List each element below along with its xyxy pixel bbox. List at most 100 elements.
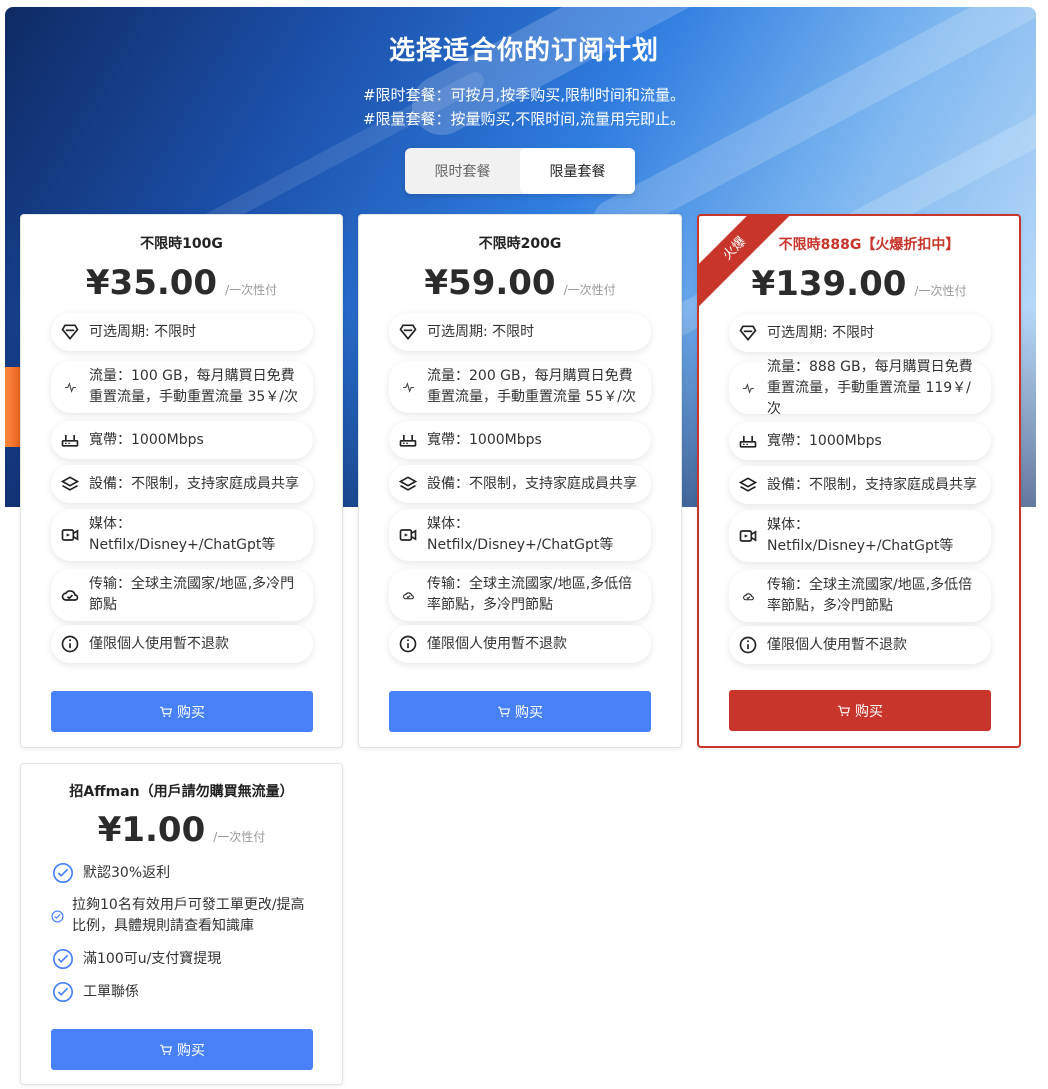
feature-text: 設備：不限制，支持家庭成員共享 [767, 476, 977, 493]
feature-bandwidth: 寬帶：1000Mbps [51, 421, 313, 459]
video-icon [397, 524, 419, 546]
feature-text: 可选周期: 不限时 [89, 323, 197, 340]
cart-icon [838, 705, 850, 716]
price-row: ¥139.00 /一次性付 [699, 264, 1019, 304]
info-icon [59, 633, 81, 655]
affiliate-text: 滿100可u/支付寶提現 [83, 950, 222, 967]
buy-button[interactable]: 购买 [389, 691, 651, 732]
feature-traffic: 流量：888 GB，每月購買日免費重置流量，手動重置流量 119￥/次 [729, 359, 991, 417]
check-circle-icon [51, 980, 75, 1004]
feature-text: 传输：全球主流國家/地區,多冷門節點 [89, 576, 295, 613]
check-circle-icon [51, 904, 64, 928]
price-row: ¥1.00 /一次性付 [21, 810, 342, 850]
price-period: /一次性付 [225, 283, 278, 297]
affiliate-item: 工單聯係 [51, 980, 313, 1004]
plan-price: ¥1.00 [97, 810, 206, 850]
feature-media: 媒体：Netfilx/Disney+/ChatGpt等 [389, 509, 651, 561]
feature-text: 設備：不限制，支持家庭成員共享 [427, 475, 637, 492]
check-circle-icon [51, 947, 75, 971]
feature-transfer: 传输：全球主流國家/地區,多低倍率節點，多冷門節點 [729, 570, 991, 622]
check-circle-icon [51, 861, 75, 885]
buy-button[interactable]: 购买 [729, 690, 991, 731]
cloud-check-icon [397, 584, 419, 606]
feature-text: 流量：888 GB，每月購買日免費重置流量，手動重置流量 119￥/次 [767, 358, 973, 417]
activity-icon [737, 377, 759, 399]
plan-type-toggle: 限时套餐 限量套餐 [405, 148, 635, 194]
plan-card-888g: 火爆 不限時888G【火爆折扣中】 ¥139.00 /一次性付 可选周期: 不限… [697, 214, 1021, 748]
affiliate-item: 默認30%返利 [51, 861, 313, 885]
buy-label: 购买 [855, 703, 883, 720]
plan-name: 不限時888G【火爆折扣中】 [778, 237, 960, 253]
feature-text: 寬帶：1000Mbps [427, 431, 542, 448]
feature-traffic: 流量：200 GB，每月購買日免費重置流量，手動重置流量 55￥/次 [389, 361, 651, 413]
plan-price: ¥35.00 [85, 263, 218, 303]
buy-button[interactable]: 购买 [51, 691, 313, 732]
feature-text: 流量：100 GB，每月購買日免費重置流量，手動重置流量 35￥/次 [89, 368, 298, 405]
feature-text: 可选周期: 不限时 [427, 323, 535, 340]
buy-button[interactable]: 购买 [51, 1029, 313, 1070]
feature-text: 媒体：Netfilx/Disney+/ChatGpt等 [89, 516, 276, 553]
diamond-icon [59, 321, 81, 343]
feature-text: 僅限個人使用暫不退款 [89, 635, 229, 652]
feature-notice: 僅限個人使用暫不退款 [389, 625, 651, 663]
router-icon [59, 429, 81, 451]
plan-name: 不限時200G [478, 236, 562, 252]
feature-bandwidth: 寬帶：1000Mbps [729, 422, 991, 460]
router-icon [397, 429, 419, 451]
feature-transfer: 传输：全球主流國家/地區,多冷門節點 [51, 569, 313, 621]
layers-icon [737, 474, 759, 496]
feature-transfer: 传输：全球主流國家/地區,多低倍率節點，多冷門節點 [389, 569, 651, 621]
buy-label: 购买 [177, 704, 205, 721]
price-row: ¥59.00 /一次性付 [359, 263, 681, 303]
affiliate-item: 滿100可u/支付寶提現 [51, 947, 313, 971]
feature-media: 媒体：Netfilx/Disney+/ChatGpt等 [51, 509, 313, 561]
feature-device: 設備：不限制，支持家庭成員共享 [51, 465, 313, 503]
feature-text: 媒体：Netfilx/Disney+/ChatGpt等 [767, 517, 954, 554]
plan-price: ¥139.00 [751, 264, 907, 304]
tab-data-limited[interactable]: 限量套餐 [520, 148, 635, 194]
plan-card-100g: 不限時100G ¥35.00 /一次性付 可选周期: 不限时 流量：100 GB… [20, 214, 343, 748]
plan-name: 招Affman（用戶請勿購買無流量） [69, 784, 294, 800]
feature-text: 僅限個人使用暫不退款 [427, 635, 567, 652]
feature-device: 設備：不限制，支持家庭成員共享 [729, 466, 991, 504]
plan-card-200g: 不限時200G ¥59.00 /一次性付 可选周期: 不限时 流量：200 GB… [358, 214, 682, 748]
plan-price: ¥59.00 [424, 263, 556, 303]
price-period: /一次性付 [563, 283, 616, 297]
feature-text: 設備：不限制，支持家庭成員共享 [89, 475, 299, 492]
buy-label: 购买 [515, 704, 543, 721]
activity-icon [397, 376, 419, 398]
info-icon [737, 634, 759, 656]
tab-time-limited[interactable]: 限时套餐 [405, 148, 520, 194]
cart-icon [498, 706, 510, 717]
subtitle-line-2: #限量套餐：按量购买,不限时间,流量用完即止。 [362, 110, 686, 128]
feature-text: 媒体：Netfilx/Disney+/ChatGpt等 [427, 516, 614, 553]
subtitle-line-1: #限时套餐：可按月,按季购买,限制时间和流量。 [362, 86, 686, 104]
activity-icon [59, 376, 81, 398]
feature-text: 传输：全球主流國家/地區,多低倍率節點，多冷門節點 [427, 576, 633, 613]
feature-text: 僅限個人使用暫不退款 [767, 636, 907, 653]
price-row: ¥35.00 /一次性付 [21, 263, 342, 303]
feature-device: 設備：不限制，支持家庭成員共享 [389, 465, 651, 503]
diamond-icon [397, 321, 419, 343]
feature-notice: 僅限個人使用暫不退款 [729, 626, 991, 664]
cloud-check-icon [737, 585, 759, 607]
feature-text: 可选周期: 不限时 [767, 324, 875, 341]
affiliate-text: 拉夠10名有效用戶可發工單更改/提高比例，具體規則請查看知識庫 [72, 897, 305, 934]
layers-icon [397, 473, 419, 495]
plan-card-affiliate: 招Affman（用戶請勿購買無流量） ¥1.00 /一次性付 默認30%返利 拉… [20, 763, 343, 1085]
cloud-check-icon [59, 584, 81, 606]
feature-media: 媒体：Netfilx/Disney+/ChatGpt等 [729, 510, 991, 562]
affiliate-text: 工單聯係 [83, 983, 139, 1000]
video-icon [59, 524, 81, 546]
cart-icon [160, 1044, 172, 1055]
price-period: /一次性付 [914, 284, 967, 298]
feature-notice: 僅限個人使用暫不退款 [51, 625, 313, 663]
feature-text: 传输：全球主流國家/地區,多低倍率節點，多冷門節點 [767, 577, 973, 614]
video-icon [737, 525, 759, 547]
info-icon [397, 633, 419, 655]
feature-period: 可选周期: 不限时 [729, 314, 991, 352]
feature-text: 流量：200 GB，每月購買日免費重置流量，手動重置流量 55￥/次 [427, 368, 636, 405]
feature-text: 寬帶：1000Mbps [767, 432, 882, 449]
feature-bandwidth: 寬帶：1000Mbps [389, 421, 651, 459]
affiliate-item: 拉夠10名有效用戶可發工單更改/提高比例，具體規則請查看知識庫 [51, 895, 313, 937]
